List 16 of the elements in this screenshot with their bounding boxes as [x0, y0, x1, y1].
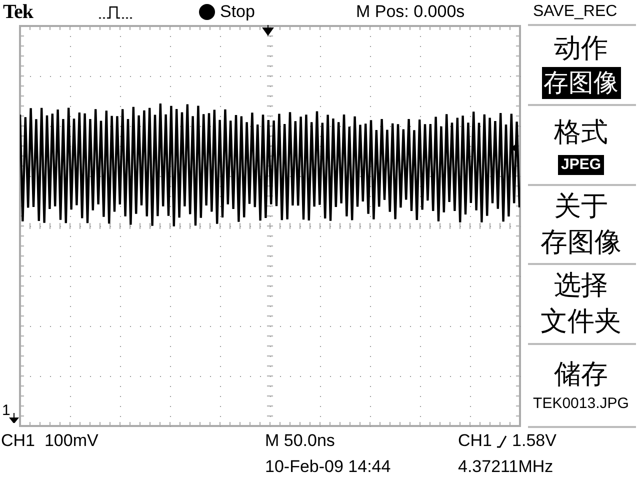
stop-dot-icon	[199, 4, 215, 20]
trigger-level: 1.58V	[512, 431, 556, 451]
trigger-source: CH1	[458, 431, 492, 451]
horizontal-position: M Pos: 0.000s	[356, 2, 466, 22]
channel-scale: CH1 100mV	[0, 431, 100, 451]
ground-arrow-icon	[9, 413, 19, 423]
channel-marker: 1	[2, 402, 10, 419]
date-time: 10-Feb-09 14:44	[265, 457, 392, 477]
acquisition-status: Stop	[220, 2, 256, 22]
brand-logo: Tek	[3, 0, 34, 24]
timebase: M 50.0ns	[265, 431, 336, 451]
pulse-icon	[99, 5, 135, 19]
frequency-readout: 4.37211MHz	[458, 457, 554, 477]
rising-edge-icon	[496, 434, 508, 448]
menu-title: SAVE_REC	[533, 3, 618, 21]
trigger-position-marker	[262, 25, 274, 37]
